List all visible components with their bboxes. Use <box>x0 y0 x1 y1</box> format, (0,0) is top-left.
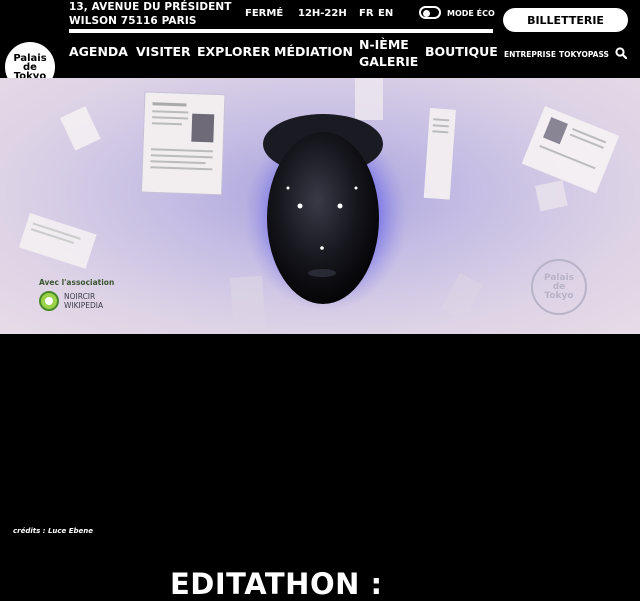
sculpted-head <box>244 114 408 311</box>
nav-nieme-line-2: GALERIE <box>359 54 419 69</box>
toggle-knob <box>423 10 430 17</box>
nav-mediation[interactable]: MÉDIATION <box>274 44 353 59</box>
nav-tokyopass[interactable]: TOKYOPASS <box>559 50 609 59</box>
opening-hours: 12H-22H <box>298 8 347 19</box>
lang-en-link[interactable]: EN <box>378 8 393 19</box>
site-header: 13, AVENUE DU PRÉSIDENT WILSON 75116 PAR… <box>0 0 640 92</box>
opening-status: FERMÉ <box>245 8 284 19</box>
nav-visiter[interactable]: VISITER <box>136 44 191 59</box>
partner-name-line-1: NOIRCIR <box>64 292 96 301</box>
page-title: EDITATHON : <box>170 567 383 601</box>
nav-nieme-galerie[interactable]: N-IÈME GALERIE <box>359 36 418 70</box>
address-line-2: WILSON 75116 PARIS <box>69 15 197 27</box>
hero-image: Avec l'association NOIRCIR WIKIPEDIA Pal… <box>0 78 640 334</box>
search-icon[interactable] <box>615 47 627 59</box>
image-credits: crédits : Luce Ebene <box>13 527 93 535</box>
address: 13, AVENUE DU PRÉSIDENT WILSON 75116 PAR… <box>69 0 232 28</box>
nav-explorer[interactable]: EXPLORER <box>197 44 270 59</box>
palais-de-tokyo-watermark: Palais de Tokyo <box>531 259 587 315</box>
nav-entreprise[interactable]: ENTREPRISE <box>504 50 556 59</box>
header-divider <box>69 29 493 33</box>
eco-mode-toggle[interactable] <box>419 6 441 19</box>
noircir-wikipedia-logo-icon <box>39 291 59 311</box>
nav-boutique[interactable]: BOUTIQUE <box>425 44 498 59</box>
partner-name: NOIRCIR WIKIPEDIA <box>64 292 103 310</box>
lang-fr-link[interactable]: FR <box>359 8 374 19</box>
nav-agenda[interactable]: AGENDA <box>69 44 128 59</box>
eco-mode-label: MODE ÉCO <box>447 9 495 18</box>
ticket-button[interactable]: BILLETTERIE <box>503 8 628 32</box>
partner-name-line-2: WIKIPEDIA <box>64 301 104 310</box>
watermark-line-3: Tokyo <box>544 290 574 301</box>
partner-label: Avec l'association <box>39 278 115 287</box>
address-line-1: 13, AVENUE DU PRÉSIDENT <box>69 1 232 13</box>
nav-nieme-line-1: N-IÈME <box>359 37 409 52</box>
